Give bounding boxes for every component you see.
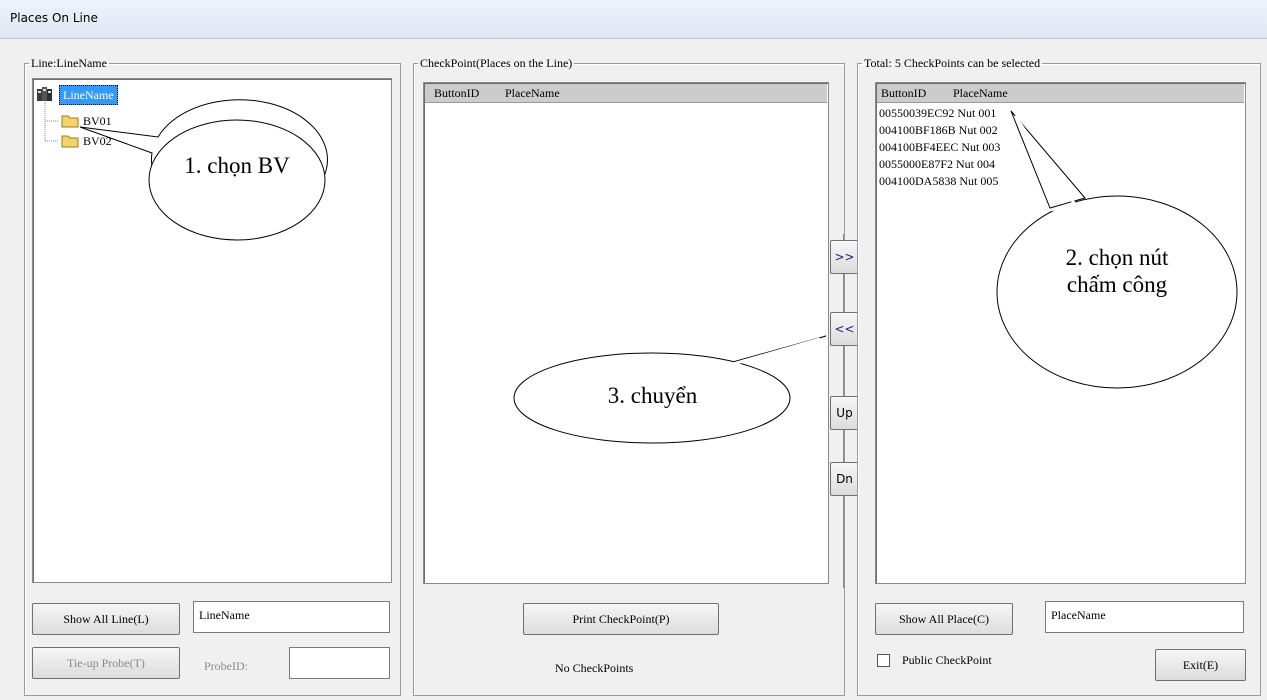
callout-transfer: 3. chuyển — [607, 383, 698, 408]
callout-shapes — [79, 99, 1238, 444]
callout-choose-bv: 1. chọn BV — [184, 153, 290, 178]
callout-choose-button: 2. chọn nút chấm công — [1065, 245, 1169, 297]
